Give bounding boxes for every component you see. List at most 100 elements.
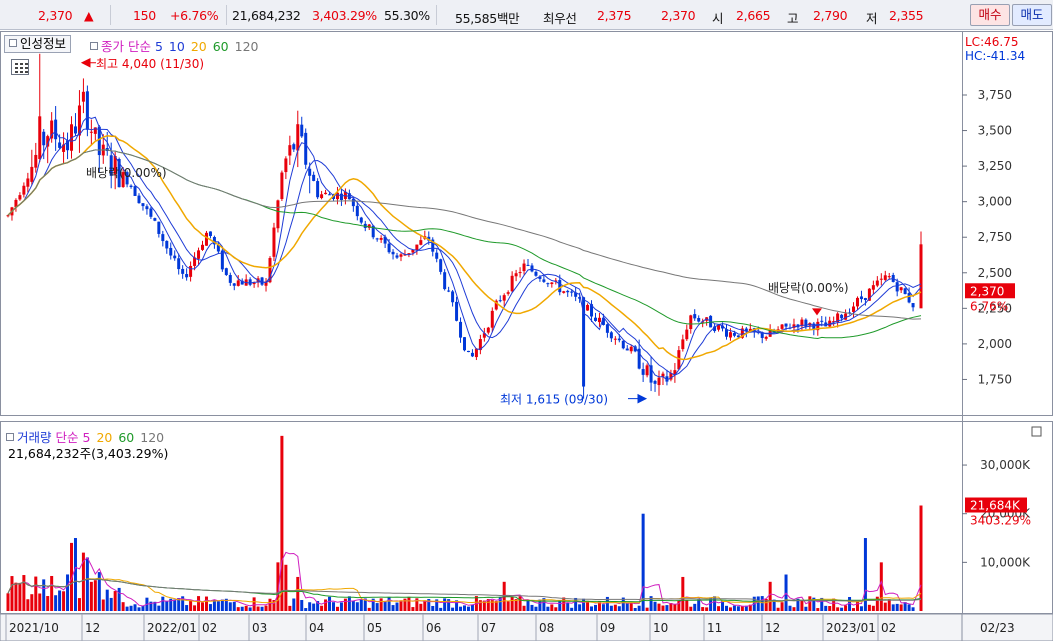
candle-body — [593, 317, 597, 321]
candle-body — [161, 234, 165, 242]
volume-bar — [26, 599, 30, 611]
change-percent: +6.76% — [170, 8, 219, 23]
volume-bar — [355, 602, 359, 611]
candle-body — [455, 301, 459, 321]
volume-bar — [470, 604, 474, 611]
candle-body — [85, 91, 89, 130]
candle-body — [566, 290, 570, 293]
volume-bar — [288, 605, 292, 611]
volume-bar — [593, 604, 597, 611]
candle-body — [641, 369, 645, 375]
volume-bar — [689, 606, 693, 611]
candle-body — [840, 314, 844, 319]
candle-body — [530, 265, 534, 272]
volume-bar — [808, 596, 812, 611]
candle-body — [411, 249, 415, 253]
trade-value: 55,585백만 — [455, 11, 520, 26]
candle-body — [697, 318, 701, 322]
volume-bar — [443, 598, 447, 611]
ma20-label[interactable]: 20 — [191, 39, 207, 54]
volume-bar — [252, 597, 256, 611]
volume-ma60-line — [7, 578, 922, 603]
candle-body — [236, 280, 240, 286]
ma5-label[interactable]: 5 — [155, 39, 163, 54]
volume-bar — [240, 606, 244, 611]
stock-info-button[interactable]: 인성정보 — [4, 35, 72, 53]
best-bid-value: 2,370 — [661, 8, 696, 23]
volume-bar — [554, 607, 558, 611]
volume-bar — [693, 603, 697, 611]
volume-bar — [883, 602, 887, 611]
volume-y-tick-label: 10,000K — [980, 555, 1031, 569]
sell-button[interactable]: 매도 — [1012, 4, 1052, 26]
x-tick-label: 10 — [653, 621, 668, 635]
candle-body — [177, 258, 181, 270]
x-tick-label: 02 — [202, 621, 217, 635]
volume-bar — [526, 600, 530, 611]
volume-bar — [816, 608, 820, 611]
candle-body — [820, 320, 824, 322]
ma10-label[interactable]: 10 — [169, 39, 185, 54]
candle-body — [379, 237, 383, 240]
volume-bar — [105, 589, 109, 611]
candle-body — [18, 195, 22, 200]
candle-body — [728, 332, 732, 338]
volume-bar — [673, 604, 677, 611]
candle-body — [34, 154, 38, 168]
candle-body — [689, 315, 693, 330]
volume-bar — [109, 597, 113, 611]
volume-bar — [780, 602, 784, 611]
volume-bar — [62, 591, 66, 611]
candle-body — [89, 131, 93, 133]
volume-bar — [546, 606, 550, 611]
volume-bar — [185, 605, 189, 611]
candle-body — [502, 295, 506, 301]
stock-chart[interactable]: 2021/10 12 2022/01 02 03 04 05 06 07 08 09 10 11 12 20… — [0, 31, 1053, 642]
volume-bar — [590, 606, 594, 611]
volume-bar — [379, 598, 383, 611]
volume-bar — [22, 575, 26, 611]
candle-body — [463, 337, 466, 351]
volume-bar — [117, 587, 121, 611]
x-tick-label: 2022/01 — [147, 621, 197, 635]
volume-bar — [844, 605, 848, 611]
candle-body — [58, 142, 62, 148]
candle-body — [304, 132, 308, 165]
chart-canvas[interactable]: 2021/10 12 2022/01 02 03 04 05 06 07 08 09 10 11 12 20… — [0, 31, 1053, 642]
candle-body — [181, 268, 185, 274]
candle-body — [542, 279, 546, 282]
x-tick-label: 11 — [707, 621, 722, 635]
volume-bar — [800, 600, 804, 611]
volume-bar — [534, 606, 538, 611]
candlesticks — [6, 53, 923, 399]
volume-bar — [201, 602, 205, 611]
current-change-label: 6.76% — [970, 299, 1008, 313]
volume-bar — [911, 607, 915, 611]
candle-body — [316, 181, 320, 198]
volume-bar — [189, 600, 193, 611]
buy-button[interactable]: 매수 — [970, 4, 1010, 26]
candle-body — [681, 339, 685, 350]
volume-bar — [494, 601, 498, 611]
volume-bar — [562, 597, 566, 611]
volume-bar — [641, 513, 645, 611]
x-tick-label: 2023/01 — [826, 621, 876, 635]
y-tick-label: 3,750 — [978, 88, 1012, 102]
ma120-label[interactable]: 120 — [235, 39, 259, 54]
candle-body — [466, 350, 470, 353]
volume-bar — [339, 602, 343, 611]
volume-bar — [335, 606, 339, 611]
ma60-label[interactable]: 60 — [213, 39, 229, 54]
calculator-icon[interactable] — [11, 59, 29, 75]
candle-body — [443, 272, 447, 290]
candle-body — [605, 324, 609, 333]
candle-body — [26, 178, 30, 187]
volume-bar — [228, 602, 232, 611]
price-legend-title: 종가 단순 — [101, 39, 151, 54]
volume-bar — [637, 605, 641, 611]
candle-body — [81, 91, 85, 102]
candle-body — [490, 310, 494, 328]
volume-bar — [300, 599, 304, 611]
candle-body — [399, 254, 403, 257]
volume-bar — [407, 596, 411, 611]
